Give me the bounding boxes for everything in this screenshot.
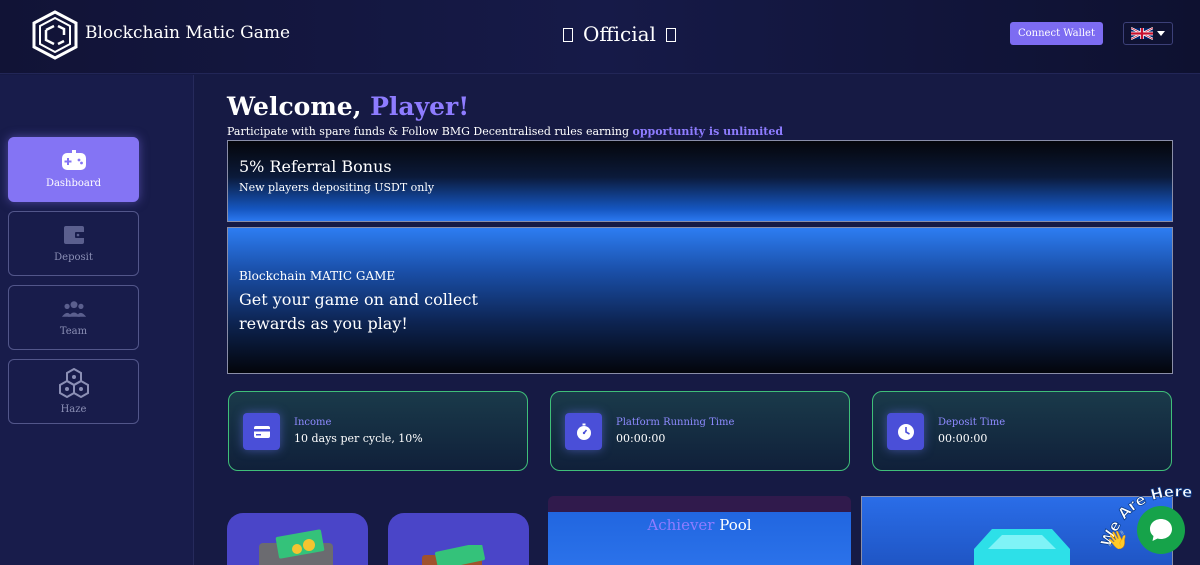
game-banner: Blockchain MATIC GAME Get your game on a…	[227, 227, 1173, 374]
referral-text: New players depositing USDT only	[239, 181, 435, 194]
deposit-time-card: Deposit Time 00:00:00	[872, 391, 1172, 471]
sidebar-item-label: Team	[59, 326, 88, 337]
pool-title-word1: Achiever	[647, 516, 715, 534]
sidebar-item-label: Dashboard	[45, 178, 102, 189]
stat-label: Income	[294, 417, 332, 428]
gamepad-icon	[61, 150, 86, 170]
clock-icon	[887, 413, 924, 450]
connect-wallet-button[interactable]: Connect Wallet	[1010, 22, 1103, 45]
stat-label: Deposit Time	[938, 417, 1006, 428]
referral-banner: 5% Referral Bonus New players depositing…	[227, 140, 1173, 222]
pool-title: Achiever Pool	[548, 516, 851, 534]
wallet-money-icon	[259, 529, 333, 565]
welcome-subtitle: Participate with spare funds & Follow BM…	[227, 125, 783, 138]
cash-icon	[422, 545, 485, 565]
stat-label: Platform Running Time	[616, 417, 735, 428]
cash-card[interactable]	[388, 513, 529, 565]
brand-name: Blockchain Matic Game	[85, 23, 291, 43]
sidebar-item-team[interactable]: Team	[8, 285, 139, 350]
chat-button[interactable]	[1137, 506, 1185, 554]
chevron-down-icon	[1157, 31, 1165, 36]
top-bar: Blockchain Matic Game Official Connect W…	[0, 0, 1200, 74]
team-icon	[61, 301, 86, 317]
platform-running-time-card: Platform Running Time 00:00:00	[550, 391, 850, 471]
player-name: Player!	[370, 92, 470, 121]
uk-flag-icon	[1131, 27, 1153, 40]
language-selector[interactable]	[1123, 22, 1173, 45]
stat-value: 00:00:00	[616, 432, 666, 445]
haze-icon	[58, 368, 89, 398]
emoji-placeholder-icon	[665, 28, 676, 42]
sidebar: Dashboard Deposit Team Haze	[0, 75, 194, 565]
achiever-pool-card[interactable]: Achiever Pool	[548, 496, 851, 565]
chat-bubble-icon	[1150, 519, 1172, 541]
sidebar-item-dashboard[interactable]: Dashboard	[8, 137, 139, 202]
official-label: Official	[583, 22, 656, 46]
subtitle-text: Participate with spare funds & Follow BM…	[227, 125, 629, 138]
game-banner-title: Blockchain MATIC GAME	[239, 269, 396, 283]
sidebar-item-deposit[interactable]: Deposit	[8, 211, 139, 276]
sidebar-item-label: Deposit	[54, 252, 93, 263]
subtitle-highlight: opportunity is unlimited	[632, 125, 784, 138]
sidebar-item-label: Haze	[60, 404, 87, 415]
wallet-money-card[interactable]	[227, 513, 368, 565]
welcome-prefix: Welcome,	[227, 92, 362, 121]
stat-value: 00:00:00	[938, 432, 988, 445]
pool-title-word2: Pool	[719, 516, 752, 534]
game-banner-text: Get your game on and collect rewards as …	[239, 290, 478, 333]
stat-value: 10 days per cycle, 10%	[294, 432, 423, 445]
official-link[interactable]: Official	[563, 22, 676, 46]
wallet-icon	[63, 226, 85, 244]
emoji-placeholder-icon	[563, 28, 573, 42]
sidebar-item-haze[interactable]: Haze	[8, 359, 139, 424]
gem-icon	[974, 529, 1070, 565]
referral-title: 5% Referral Bonus	[239, 157, 392, 176]
page-title: Welcome, Player!	[227, 92, 469, 121]
card-icon	[243, 413, 280, 450]
income-card: Income 10 days per cycle, 10%	[228, 391, 528, 471]
stopwatch-icon	[565, 413, 602, 450]
bmg-logo-icon	[32, 10, 78, 60]
wave-hand-icon: 👋	[1106, 530, 1128, 551]
